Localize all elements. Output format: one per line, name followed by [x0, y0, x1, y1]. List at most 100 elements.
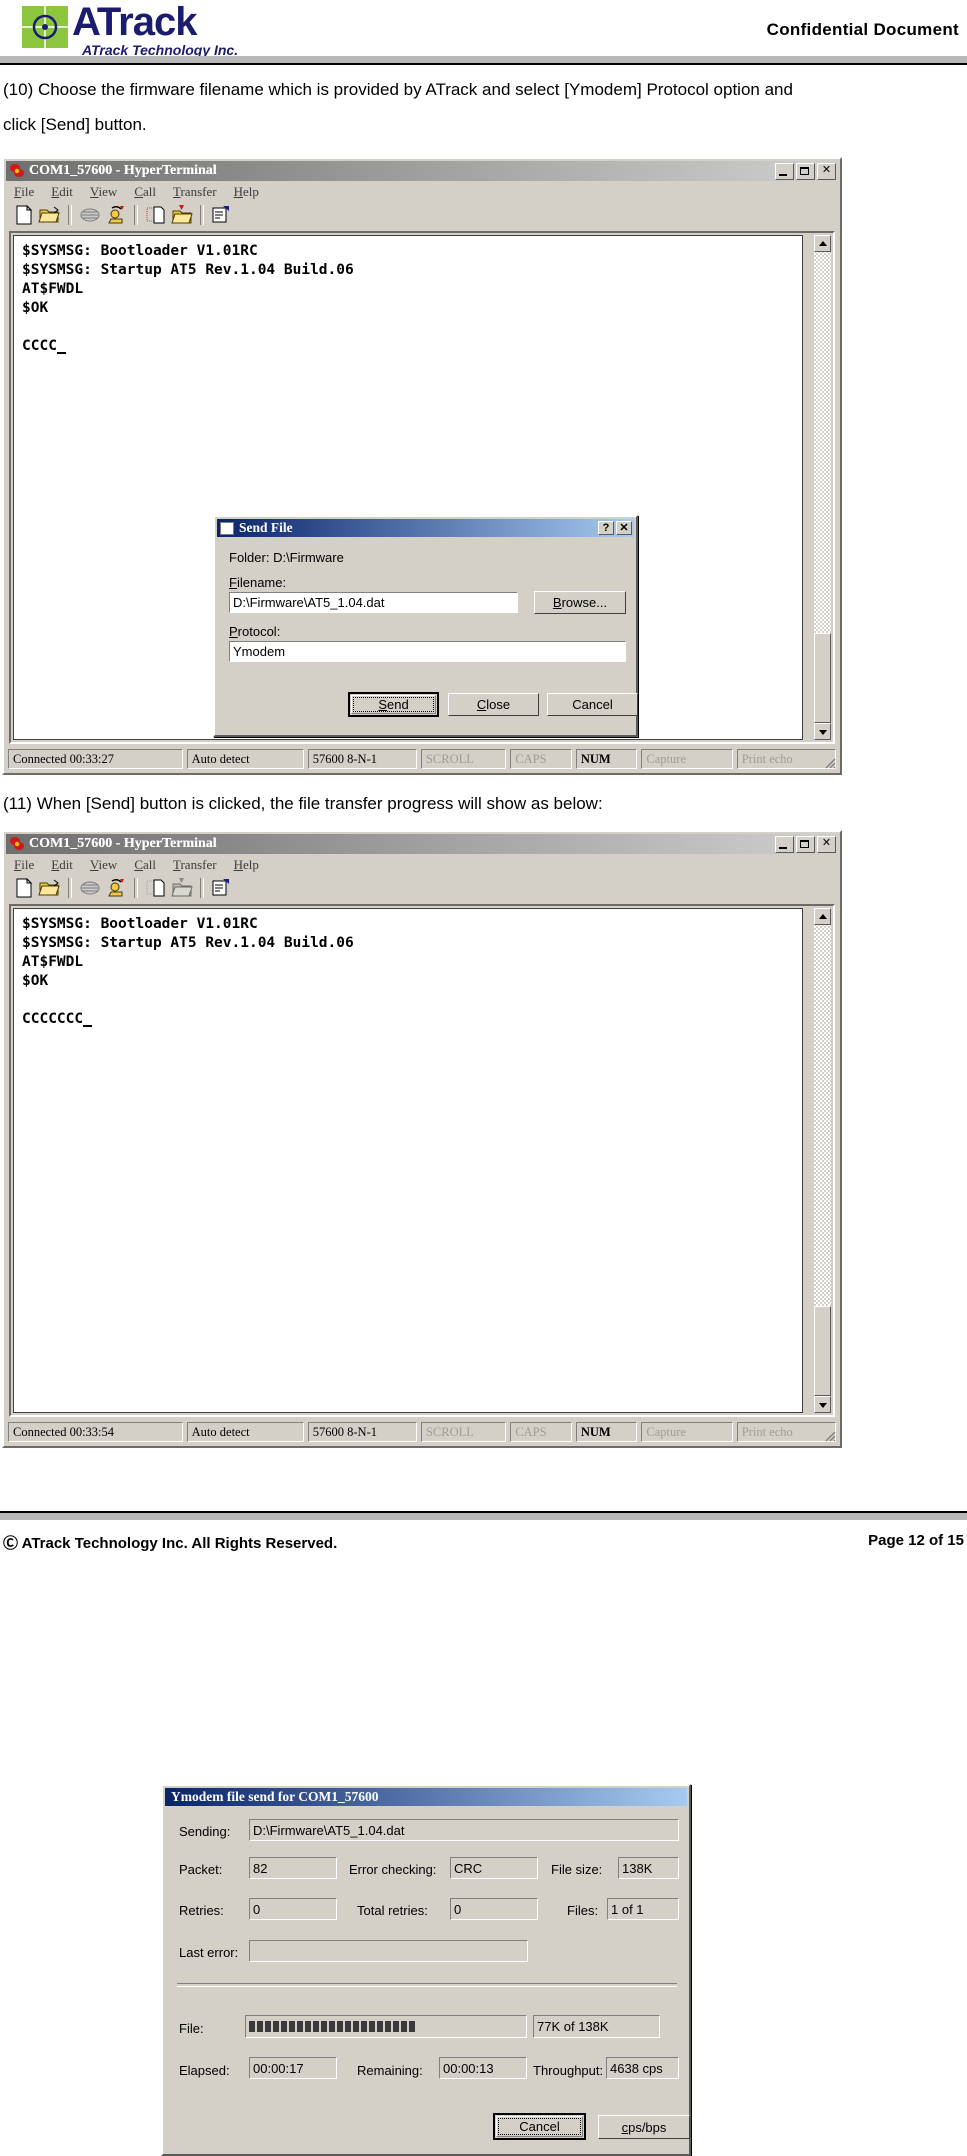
file-progress-label: File:: [179, 2021, 204, 2036]
ymodem-cancel-button[interactable]: Cancel: [493, 2113, 586, 2140]
receive-file-icon[interactable]: [169, 203, 195, 227]
progress-block: [361, 2021, 367, 2032]
window2-terminal-frame: $SYSMSG: Bootloader V1.01RC $SYSMSG: Sta…: [9, 904, 835, 1417]
minimize-button[interactable]: [775, 162, 794, 180]
menu-transfer[interactable]: Transfer: [173, 184, 217, 200]
hyperterminal-window-1[interactable]: COM1_57600 - HyperTerminal ✕ File Edit V…: [2, 157, 842, 775]
menu-transfer-2[interactable]: Transfer: [173, 857, 217, 873]
properties-icon-2[interactable]: [209, 876, 235, 900]
menu-help[interactable]: Help: [234, 184, 259, 200]
new-connection-icon[interactable]: [11, 203, 37, 227]
resize-grip-2[interactable]: [822, 1428, 836, 1442]
hyperterminal-window-2[interactable]: COM1_57600 - HyperTerminal ✕ File Edit V…: [2, 830, 842, 2156]
window1-toolbar[interactable]: [6, 201, 838, 229]
toolbar-separator-2b: [134, 878, 138, 898]
folder-label: Folder: D:\Firmware: [229, 550, 344, 565]
window2-title: COM1_57600 - HyperTerminal: [29, 836, 217, 851]
open-folder-icon[interactable]: [37, 203, 63, 227]
window2-menubar[interactable]: File Edit View Call Transfer Help: [6, 855, 838, 874]
scroll-thumb[interactable]: [814, 633, 831, 723]
menu-call-2[interactable]: Call: [134, 857, 156, 873]
send-file-caption-buttons[interactable]: ? ✕: [598, 521, 634, 535]
toolbar-separator-1b: [68, 878, 72, 898]
file-size-value: 138K: [618, 1857, 679, 1879]
browse-button[interactable]: Browse...: [534, 591, 626, 614]
footer-rule: [0, 1513, 967, 1520]
filename-input[interactable]: D:\Firmware\AT5_1.04.dat: [229, 592, 518, 613]
call-phone-icon-2[interactable]: [103, 876, 129, 900]
minimize-button-2[interactable]: [775, 835, 794, 853]
disconnect-icon[interactable]: [77, 203, 103, 227]
toolbar-separator-1: [68, 205, 72, 225]
status-detect-2: Auto detect: [186, 1422, 304, 1442]
progress-block: [273, 2021, 279, 2032]
close-button[interactable]: ✕: [817, 162, 836, 180]
properties-icon[interactable]: [209, 203, 235, 227]
new-connection-icon-2[interactable]: [11, 876, 37, 900]
window2-terminal-screen[interactable]: $SYSMSG: Bootloader V1.01RC $SYSMSG: Sta…: [13, 908, 803, 1413]
window1-caption-buttons[interactable]: ✕: [775, 162, 838, 180]
window1-titlebar[interactable]: COM1_57600 - HyperTerminal ✕: [6, 161, 838, 181]
protocol-select[interactable]: Ymodem: [229, 641, 626, 662]
ymodem-send-dialog[interactable]: Ymodem file send for COM1_57600 Sending:…: [161, 1784, 691, 2156]
menu-help-2[interactable]: Help: [234, 857, 259, 873]
window2-vertical-scrollbar[interactable]: [814, 908, 831, 1413]
status-capture: Capture: [641, 749, 733, 769]
target-crosshair-icon: [22, 6, 68, 48]
ymodem-titlebar[interactable]: Ymodem file send for COM1_57600: [165, 1788, 687, 1806]
help-icon[interactable]: ?: [598, 521, 614, 535]
window1-vertical-scrollbar[interactable]: [814, 235, 831, 740]
maximize-button[interactable]: [796, 162, 815, 180]
file-size-label: File size:: [551, 1862, 603, 1877]
close-button-2[interactable]: ✕: [817, 835, 836, 853]
window2-caption-buttons[interactable]: ✕: [775, 835, 838, 853]
progress-block: [409, 2021, 415, 2032]
window2-titlebar[interactable]: COM1_57600 - HyperTerminal ✕: [6, 834, 838, 854]
menu-view-2[interactable]: View: [90, 857, 117, 873]
send-file-title: Send File: [239, 520, 293, 535]
maximize-button-2[interactable]: [796, 835, 815, 853]
toolbar-separator-2: [134, 205, 138, 225]
sending-value: D:\Firmware\AT5_1.04.dat: [249, 1819, 679, 1841]
status-caps: CAPS: [510, 749, 572, 769]
scroll-down-button-2[interactable]: [814, 1396, 831, 1413]
window1-terminal-text: $SYSMSG: Bootloader V1.01RC $SYSMSG: Sta…: [22, 243, 354, 354]
send-file-dialog[interactable]: Send File ? ✕ Folder: D:\Firmware Filena…: [213, 515, 638, 737]
resize-grip[interactable]: [822, 755, 836, 769]
menu-file[interactable]: File: [14, 184, 34, 200]
cancel-button-dialog[interactable]: Cancel: [547, 693, 638, 716]
window2-toolbar[interactable]: [6, 874, 838, 902]
open-folder-icon-2[interactable]: [37, 876, 63, 900]
send-file-icon[interactable]: [143, 203, 169, 227]
menu-file-2[interactable]: File: [14, 857, 34, 873]
send-file-titlebar[interactable]: Send File ? ✕: [217, 519, 634, 537]
packet-label: Packet:: [179, 1862, 223, 1877]
menu-view[interactable]: View: [90, 184, 117, 200]
close-button-dialog[interactable]: Close: [448, 693, 539, 716]
progress-block: [297, 2021, 303, 2032]
scroll-up-button-2[interactable]: [814, 908, 831, 925]
total-retries-value: 0: [450, 1898, 538, 1920]
close-icon[interactable]: ✕: [616, 521, 632, 535]
elapsed-value: 00:00:17: [249, 2057, 337, 2079]
menu-edit[interactable]: Edit: [51, 184, 73, 200]
receive-file-icon-2[interactable]: [169, 876, 195, 900]
cps-bps-button[interactable]: cps/bps: [598, 2115, 690, 2139]
scroll-down-button[interactable]: [814, 723, 831, 740]
send-button[interactable]: Send: [348, 692, 439, 717]
menu-edit-2[interactable]: Edit: [51, 857, 73, 873]
call-phone-icon[interactable]: [103, 203, 129, 227]
progress-block: [385, 2021, 391, 2032]
window1-menubar[interactable]: File Edit View Call Transfer Help: [6, 182, 838, 201]
menu-call[interactable]: Call: [134, 184, 156, 200]
confidential-marking: Confidential Document: [766, 20, 959, 39]
scroll-up-button[interactable]: [814, 235, 831, 252]
scroll-thumb-2[interactable]: [814, 1306, 831, 1396]
status-num: NUM: [575, 749, 638, 769]
status-connected-2: Connected 00:33:54: [8, 1422, 183, 1442]
footer-page-number: Page 12 of 15: [868, 1532, 964, 1549]
send-file-icon-2[interactable]: [143, 876, 169, 900]
hyperterminal-app-icon-2: [8, 836, 26, 852]
disconnect-icon-2[interactable]: [77, 876, 103, 900]
filename-label: Filename:: [229, 575, 287, 590]
